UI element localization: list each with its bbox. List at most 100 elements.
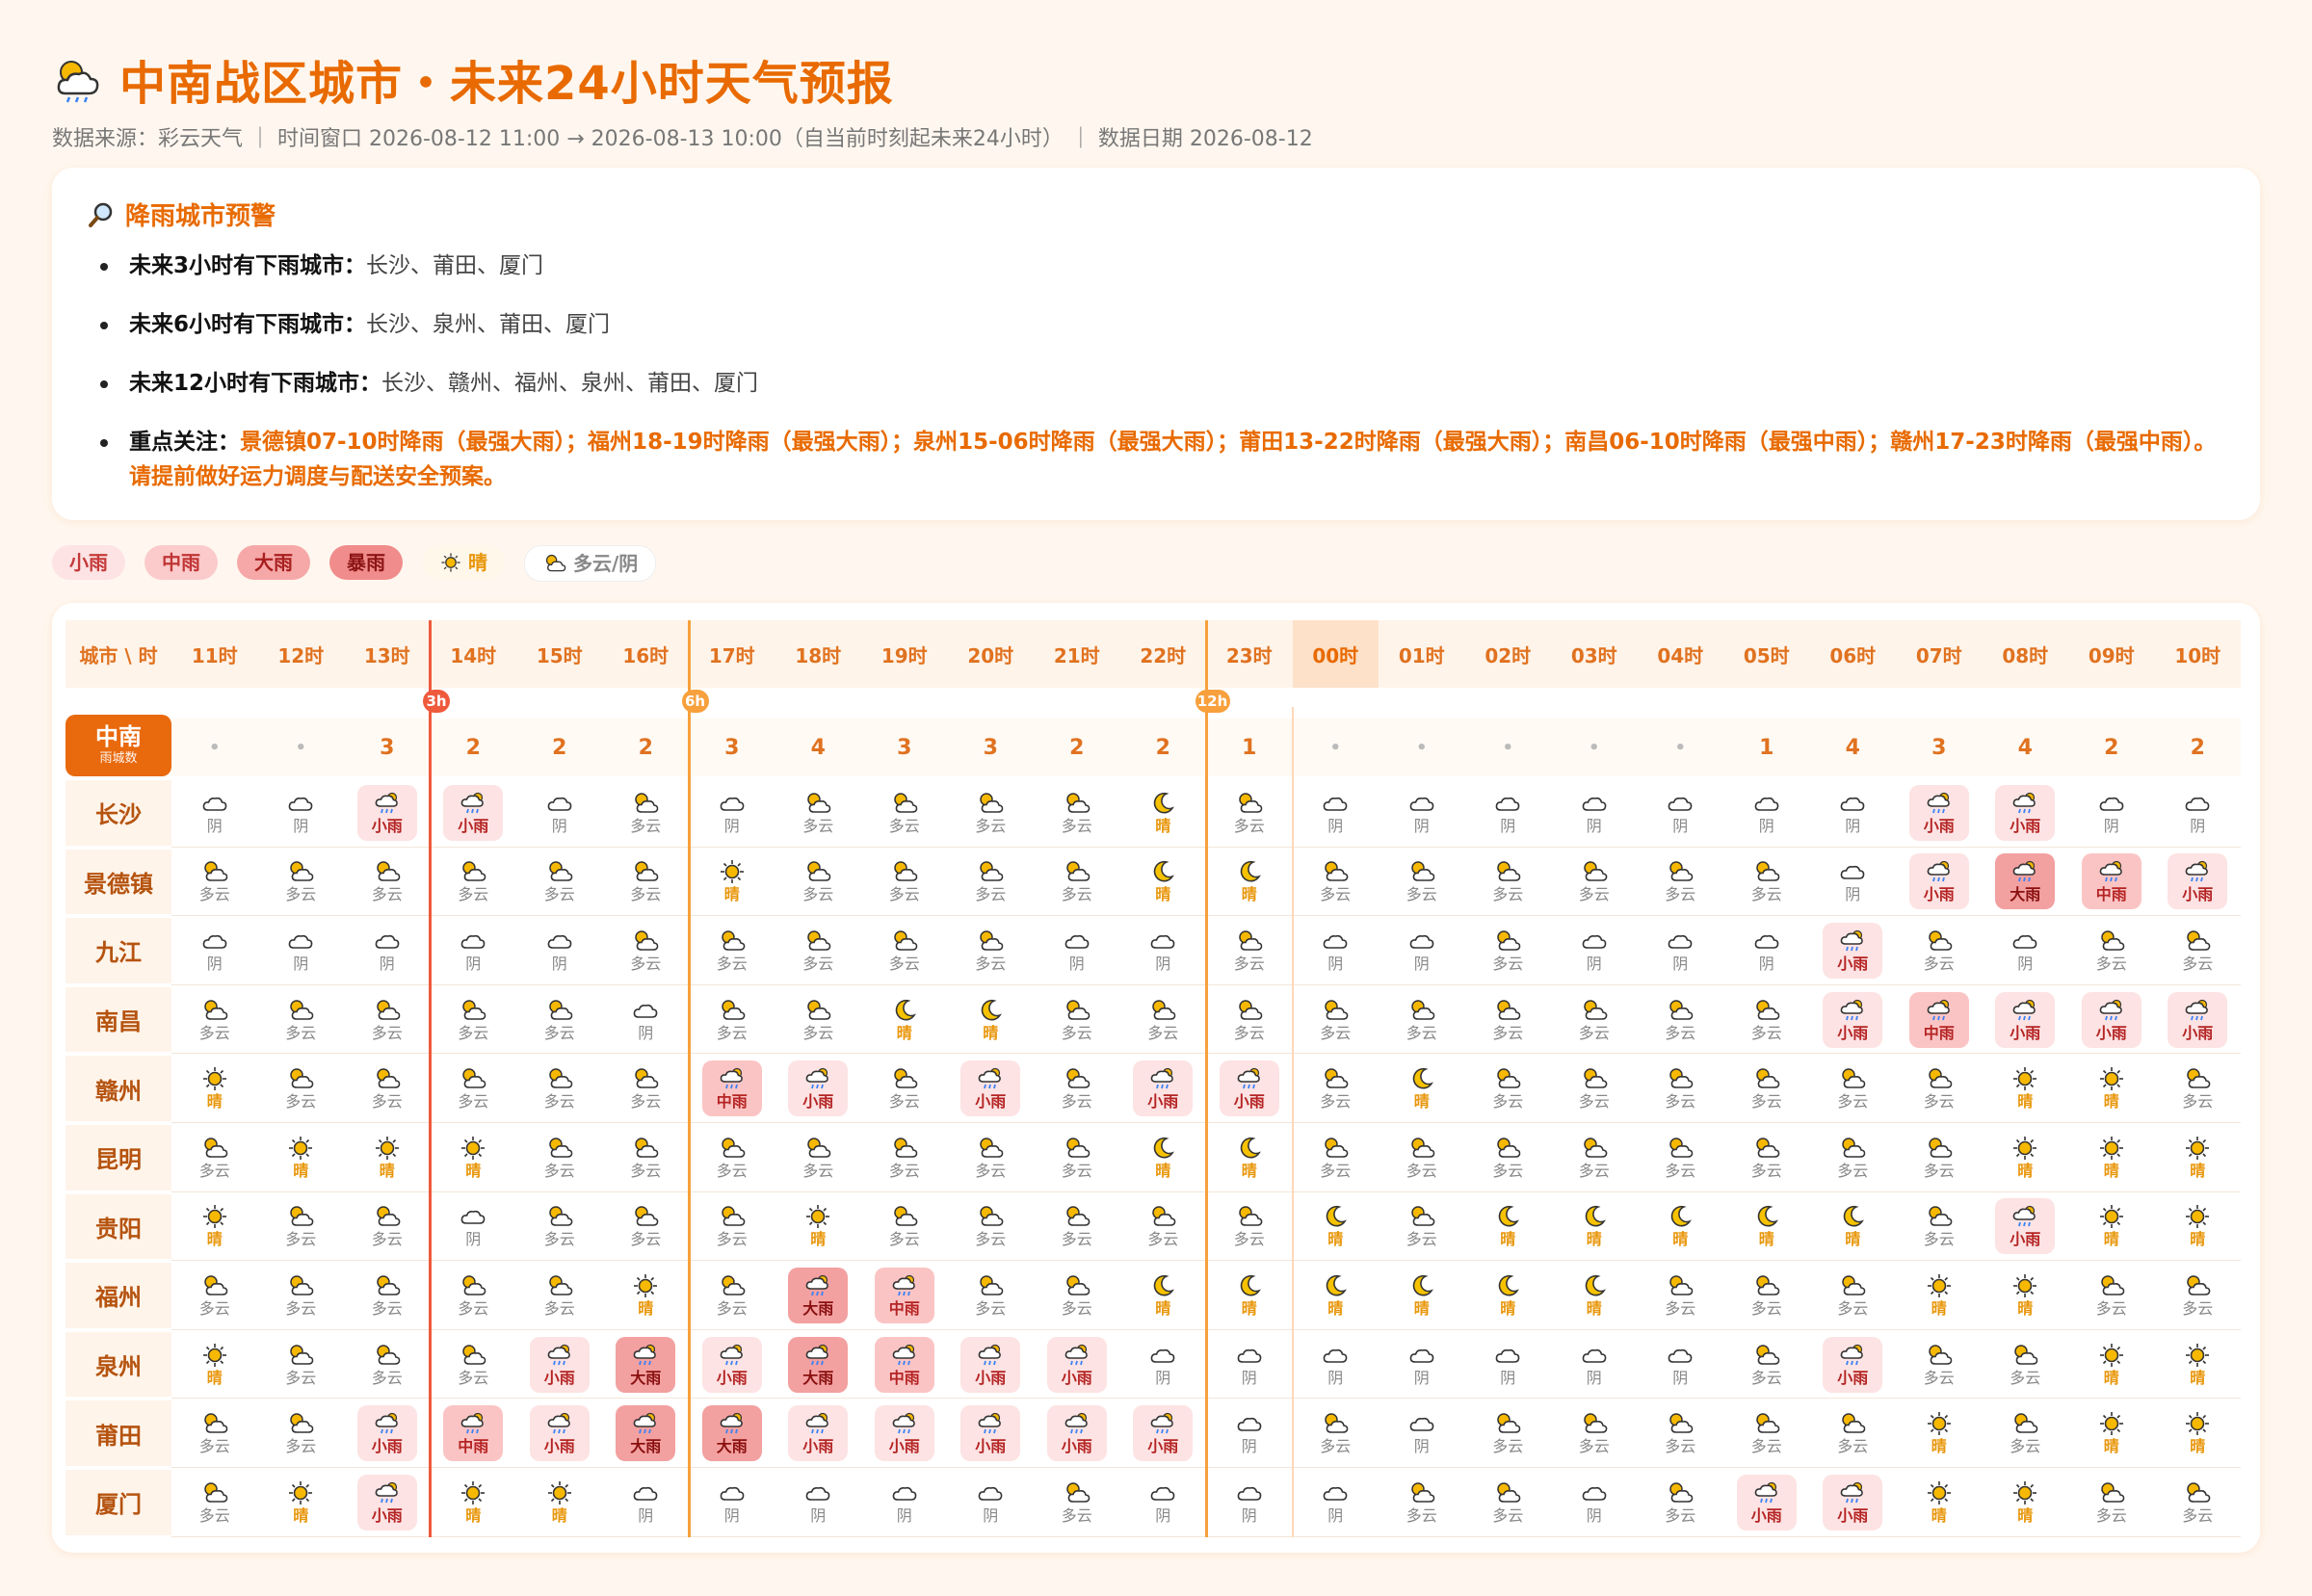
cell-content: 多云 — [2168, 1060, 2227, 1116]
forecast-cell: 多云 — [1723, 848, 1810, 917]
rain-icon — [718, 1066, 747, 1091]
partly-cloudy-icon — [459, 1343, 487, 1368]
cell-content: 阴 — [443, 923, 503, 979]
partly-cloudy-icon — [1493, 859, 1522, 884]
cloud-icon — [1666, 929, 1695, 954]
cell-content: 晴 — [1305, 1198, 1365, 1254]
weather-label: 多云 — [888, 816, 920, 835]
hour-header: 04时 — [1637, 620, 1723, 688]
weather-label: 多云 — [1578, 1437, 1610, 1456]
weather-label: 晴 — [638, 1298, 654, 1318]
weather-label: 晴 — [379, 1161, 395, 1180]
cell-content: 多云 — [616, 923, 675, 979]
partly-cloudy-icon — [1752, 1273, 1781, 1298]
weather-label: 多云 — [1320, 1023, 1352, 1042]
legend-item: 晴 — [422, 545, 505, 580]
cell-content: 多云 — [1478, 1475, 1537, 1531]
cell-content: 多云 — [530, 992, 590, 1048]
weather-label: 晴 — [293, 1505, 309, 1525]
moon-icon — [1493, 1204, 1522, 1229]
partly-cloudy-icon — [200, 1136, 229, 1161]
partly-cloudy-icon — [373, 859, 402, 884]
cell-content: 阴 — [875, 1475, 934, 1531]
cell-content: 晴 — [2082, 1060, 2141, 1116]
weather-label: 多云 — [458, 1298, 489, 1318]
forecast-cell: 小雨 — [775, 1399, 862, 1468]
cell-content: 多云 — [1478, 1405, 1537, 1461]
partly-cloudy-icon — [545, 1204, 574, 1229]
cell-content: 阴 — [1564, 1337, 1624, 1393]
cell-content: 多云 — [1305, 1060, 1365, 1116]
forecast-cell: 多云 — [948, 1192, 1035, 1262]
forecast-cell: 阴 — [1293, 916, 1379, 985]
forecast-cell: 多云 — [171, 1468, 258, 1537]
weather-label: 阴 — [1241, 1368, 1257, 1387]
cell-content: 多云 — [357, 1268, 417, 1323]
moon-icon — [1148, 791, 1177, 816]
cell-content: 小雨 — [788, 1060, 849, 1117]
forecast-cell: 小雨 — [2155, 848, 2242, 917]
weather-label: 多云 — [1837, 1092, 1869, 1112]
cell-content: 多云 — [788, 853, 848, 909]
cell-content: 多云 — [1995, 1337, 2055, 1393]
weather-label: 大雨 — [630, 1437, 662, 1456]
forecast-cell: 晴 — [1379, 1054, 1465, 1123]
hour-header: 05时 — [1723, 620, 1810, 688]
cell-content: 晴 — [1737, 1198, 1797, 1254]
weather-label: 阴 — [1758, 954, 1774, 973]
forecast-cell: 多云 — [861, 1054, 948, 1123]
cell-content: 小雨 — [1736, 1474, 1797, 1531]
cell-content: 晴 — [1220, 853, 1279, 909]
weather-label: 多云 — [1061, 885, 1092, 904]
forecast-cell: 阴 — [516, 916, 603, 985]
weather-label: 多云 — [1923, 1368, 1955, 1387]
weather-label: 多云 — [1320, 885, 1352, 904]
partly-cloudy-icon — [1235, 929, 1264, 954]
partly-cloudy-icon — [200, 859, 229, 884]
forecast-cell: 多云 — [171, 1261, 258, 1330]
hour-header: 06时 — [1809, 620, 1896, 688]
forecast-cell: 多云 — [1293, 1399, 1379, 1468]
partly-cloudy-icon — [1493, 998, 1522, 1023]
alert-list: 未来3小时有下雨城市：长沙、莆田、厦门 未来6小时有下雨城市：长沙、泉州、莆田、… — [91, 249, 2221, 518]
weather-label: 多云 — [1837, 1298, 1869, 1318]
cloud-icon — [631, 998, 660, 1023]
cell-content: 多云 — [1823, 1130, 1882, 1186]
weather-label: 晴 — [206, 1368, 223, 1387]
weather-label: 多云 — [2095, 954, 2127, 973]
partly-cloudy-icon — [1063, 1480, 1091, 1505]
forecast-cell: 多云 — [1293, 1054, 1379, 1123]
weather-label: 多云 — [888, 1230, 920, 1249]
cell-content: 多云 — [1823, 1268, 1882, 1323]
cell-content: 多云 — [271, 1060, 330, 1116]
weather-label: 多云 — [1061, 1023, 1092, 1042]
forecast-cell: 多云 — [1034, 848, 1120, 917]
weather-label: 晴 — [1413, 1092, 1430, 1112]
forecast-cell: 多云 — [1551, 1123, 1638, 1192]
weather-label: 多云 — [1492, 885, 1524, 904]
forecast-cell: 多云 — [258, 1330, 345, 1400]
partly-cloudy-icon — [718, 998, 747, 1023]
forecast-cell: 晴 — [2068, 1330, 2155, 1400]
cell-content: 多云 — [1478, 1060, 1537, 1116]
cell-content: 晴 — [1478, 1268, 1537, 1323]
weather-label: 多云 — [975, 1298, 1007, 1318]
cell-content: 阴 — [1650, 923, 1710, 979]
rain-icon — [1838, 1343, 1867, 1368]
weather-label: 多云 — [716, 1161, 748, 1180]
forecast-cell: 多云 — [775, 848, 862, 917]
forecast-cell: 多云 — [516, 1261, 603, 1330]
partly-cloudy-icon — [890, 1204, 919, 1229]
weather-label: 多云 — [1320, 1092, 1352, 1112]
cell-content: 阴 — [1047, 923, 1107, 979]
forecast-cell: 小雨 — [948, 1399, 1035, 1468]
cell-content: 中雨 — [2081, 853, 2141, 910]
forecast-cell: 多云 — [431, 1330, 517, 1400]
forecast-cell: 阴 — [1293, 1330, 1379, 1400]
weather-label: 多云 — [975, 816, 1007, 835]
forecast-cell: 多云 — [775, 778, 862, 848]
cell-content: 小雨 — [1995, 991, 2056, 1048]
cell-content: 多云 — [788, 992, 848, 1048]
rain-icon — [631, 1411, 660, 1436]
hour-header: 10时 — [2154, 620, 2241, 688]
